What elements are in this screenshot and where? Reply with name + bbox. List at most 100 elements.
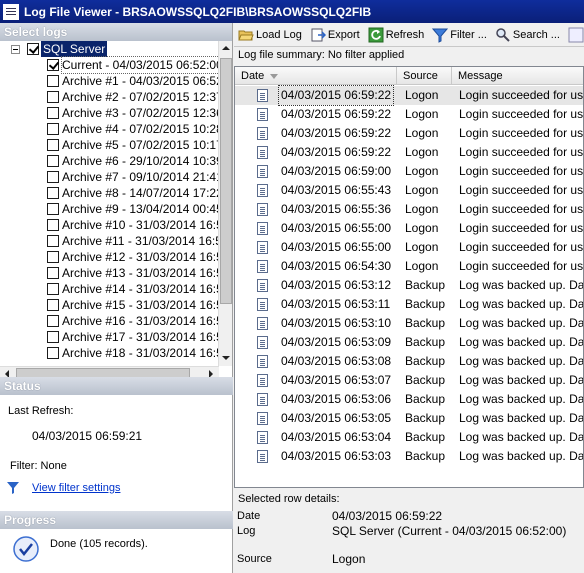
log-item-label[interactable]: Archive #17 - 31/03/2014 16:51 <box>62 329 219 345</box>
table-row[interactable]: 04/03/2015 06:59:22 Logon Login succeeded … <box>235 124 583 143</box>
tree-root-sql-server[interactable]: SQL Server <box>0 41 219 57</box>
table-row[interactable]: 04/03/2015 06:53:08 Backup Log was backed … <box>235 352 583 371</box>
tree-log-item[interactable]: Archive #7 - 09/10/2014 21:41: <box>0 169 219 185</box>
log-item-label[interactable]: Archive #4 - 07/02/2015 10:28: <box>62 121 219 137</box>
refresh-button[interactable]: Refresh <box>368 27 424 43</box>
log-tree[interactable]: SQL Server Current - 04/03/2015 06:52:00… <box>0 41 219 366</box>
export-button[interactable]: Export <box>310 27 360 43</box>
table-row[interactable]: 04/03/2015 06:53:04 Backup Log was backed … <box>235 428 583 447</box>
table-row[interactable]: 04/03/2015 06:53:11 Backup Log was backed … <box>235 295 583 314</box>
tree-log-item[interactable]: Archive #14 - 31/03/2014 16:51 <box>0 281 219 297</box>
tree-log-item[interactable]: Archive #13 - 31/03/2014 16:51 <box>0 265 219 281</box>
log-item-label[interactable]: Archive #6 - 29/10/2014 10:39: <box>62 153 219 169</box>
log-item-label[interactable]: Archive #10 - 31/03/2014 16:51 <box>62 217 219 233</box>
tree-log-item[interactable]: Archive #10 - 31/03/2014 16:51 <box>0 217 219 233</box>
table-row[interactable]: 04/03/2015 06:55:00 Logon Login succeeded … <box>235 219 583 238</box>
view-filter-settings-link[interactable]: View filter settings <box>32 482 120 494</box>
log-item-label[interactable]: Archive #5 - 07/02/2015 10:17: <box>62 137 219 153</box>
scroll-thumb[interactable] <box>220 58 232 304</box>
log-checkbox[interactable] <box>47 91 59 103</box>
tree-vertical-scrollbar[interactable] <box>218 41 232 366</box>
tree-log-item[interactable]: Archive #16 - 31/03/2014 16:51 <box>0 313 219 329</box>
log-checkbox[interactable] <box>47 123 59 135</box>
table-row[interactable]: 04/03/2015 06:59:00 Logon Login succeeded … <box>235 162 583 181</box>
log-checkbox[interactable] <box>47 187 59 199</box>
log-checkbox[interactable] <box>47 299 59 311</box>
load-log-button[interactable]: Load Log <box>238 27 302 43</box>
log-item-label[interactable]: Archive #18 - 31/03/2014 16:51 <box>62 345 219 361</box>
log-checkbox[interactable] <box>47 75 59 87</box>
collapse-icon[interactable] <box>11 45 20 54</box>
cell-message: Login succeeded for user ' <box>459 240 584 254</box>
sql-server-checkbox[interactable] <box>27 43 39 55</box>
log-checkbox[interactable] <box>47 171 59 183</box>
tree-log-item[interactable]: Archive #1 - 04/03/2015 06:52: <box>0 73 219 89</box>
log-checkbox[interactable] <box>47 315 59 327</box>
log-item-label[interactable]: Archive #14 - 31/03/2014 16:51 <box>62 281 219 297</box>
log-item-label[interactable]: Archive #1 - 04/03/2015 06:52: <box>62 73 219 89</box>
log-checkbox[interactable] <box>47 251 59 263</box>
table-row[interactable]: 04/03/2015 06:59:22 Logon Login succeeded … <box>235 143 583 162</box>
table-row[interactable]: 04/03/2015 06:53:12 Backup Log was backed … <box>235 276 583 295</box>
log-item-label[interactable]: Archive #3 - 07/02/2015 12:36: <box>62 105 219 121</box>
log-checkbox[interactable] <box>47 139 59 151</box>
column-header-date[interactable]: Date <box>235 67 397 85</box>
table-row[interactable]: 04/03/2015 06:53:09 Backup Log was backed … <box>235 333 583 352</box>
log-item-label[interactable]: Archive #9 - 13/04/2014 00:45: <box>62 201 219 217</box>
log-checkbox[interactable] <box>47 283 59 295</box>
date-column-label: Date <box>241 70 265 82</box>
log-grid[interactable]: Date Source Message 04/03/2015 06:59:22 L… <box>234 66 584 488</box>
log-item-label[interactable]: Archive #13 - 31/03/2014 16:51 <box>62 265 219 281</box>
table-row[interactable]: 04/03/2015 06:59:22 Logon Login succeeded … <box>235 105 583 124</box>
log-item-label[interactable]: Archive #15 - 31/03/2014 16:51 <box>62 297 219 313</box>
log-checkbox[interactable] <box>47 235 59 247</box>
column-header-source[interactable]: Source <box>397 67 452 85</box>
log-item-label[interactable]: Archive #12 - 31/03/2014 16:51 <box>62 249 219 265</box>
table-row[interactable]: 04/03/2015 06:53:05 Backup Log was backed … <box>235 409 583 428</box>
help-button[interactable] <box>568 27 584 43</box>
tree-log-item[interactable]: Archive #4 - 07/02/2015 10:28: <box>0 121 219 137</box>
tree-log-item[interactable]: Archive #18 - 31/03/2014 16:51 <box>0 345 219 361</box>
table-row[interactable]: 04/03/2015 06:55:00 Logon Login succeeded … <box>235 238 584 257</box>
log-checkbox[interactable] <box>47 331 59 343</box>
table-row[interactable]: 04/03/2015 06:53:10 Backup Log was backed … <box>235 314 583 333</box>
table-row[interactable]: 04/03/2015 06:54:30 Logon Login succeeded … <box>235 257 583 276</box>
tree-log-item[interactable]: Archive #9 - 13/04/2014 00:45: <box>0 201 219 217</box>
log-item-label[interactable]: Archive #7 - 09/10/2014 21:41: <box>62 169 219 185</box>
log-checkbox[interactable] <box>47 219 59 231</box>
tree-log-item[interactable]: Archive #17 - 31/03/2014 16:51 <box>0 329 219 345</box>
log-entry-icon <box>257 260 268 273</box>
filter-button[interactable]: Filter ... <box>432 27 487 43</box>
scroll-up-arrow-icon[interactable] <box>219 41 233 56</box>
log-checkbox[interactable] <box>47 203 59 215</box>
tree-log-item[interactable]: Archive #15 - 31/03/2014 16:51 <box>0 297 219 313</box>
log-item-label[interactable]: Archive #2 - 07/02/2015 12:37: <box>62 89 219 105</box>
table-row[interactable]: 04/03/2015 06:53:03 Backup Log was backed … <box>235 447 583 466</box>
log-item-label[interactable]: Archive #11 - 31/03/2014 16:51 <box>62 233 219 249</box>
log-item-label[interactable]: Current - 04/03/2015 06:52:00 <box>61 56 219 74</box>
sql-server-label[interactable]: SQL Server <box>41 41 108 57</box>
tree-log-item[interactable]: Archive #3 - 07/02/2015 12:36: <box>0 105 219 121</box>
tree-log-item[interactable]: Archive #8 - 14/07/2014 17:22: <box>0 185 219 201</box>
table-row[interactable]: 04/03/2015 06:55:36 Logon Login succeeded … <box>235 200 583 219</box>
table-row[interactable]: 04/03/2015 06:53:06 Backup Log was backed … <box>235 390 583 409</box>
tree-log-item[interactable]: Archive #12 - 31/03/2014 16:51 <box>0 249 219 265</box>
log-item-label[interactable]: Archive #16 - 31/03/2014 16:51 <box>62 313 219 329</box>
tree-log-item[interactable]: Archive #2 - 07/02/2015 12:37: <box>0 89 219 105</box>
tree-log-item[interactable]: Archive #11 - 31/03/2014 16:51 <box>0 233 219 249</box>
log-checkbox[interactable] <box>47 267 59 279</box>
search-button[interactable]: Search ... <box>495 27 560 43</box>
table-row[interactable]: 04/03/2015 06:59:22 Logon Login succeeded … <box>235 85 583 106</box>
table-row[interactable]: 04/03/2015 06:55:43 Logon Login succeeded … <box>235 181 583 200</box>
tree-log-item[interactable]: Archive #5 - 07/02/2015 10:17: <box>0 137 219 153</box>
tree-log-item[interactable]: Archive #6 - 29/10/2014 10:39: <box>0 153 219 169</box>
column-header-message[interactable]: Message <box>452 67 583 85</box>
log-checkbox[interactable] <box>47 347 59 359</box>
tree-log-item[interactable]: Current - 04/03/2015 06:52:00 <box>0 56 219 74</box>
log-checkbox[interactable] <box>47 59 59 71</box>
log-checkbox[interactable] <box>47 107 59 119</box>
scroll-down-arrow-icon[interactable] <box>219 351 233 366</box>
log-checkbox[interactable] <box>47 155 59 167</box>
log-item-label[interactable]: Archive #8 - 14/07/2014 17:22: <box>62 185 219 201</box>
table-row[interactable]: 04/03/2015 06:53:07 Backup Log was backed … <box>235 371 583 390</box>
